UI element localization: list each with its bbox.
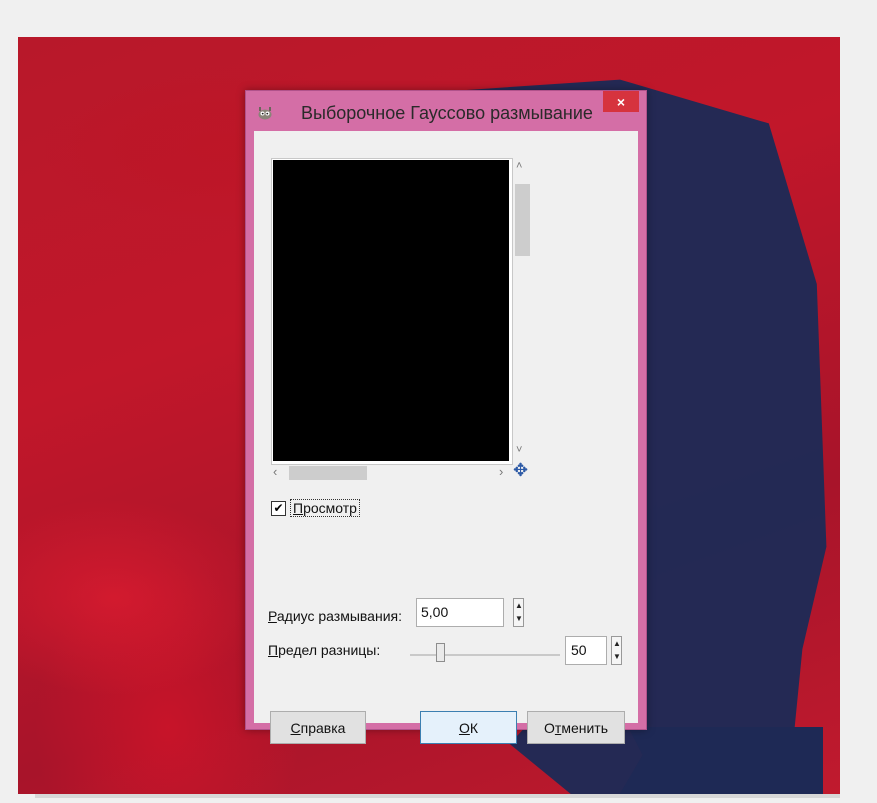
gimp-wilber-icon xyxy=(258,107,272,120)
spin-up-icon[interactable]: ▲ xyxy=(613,638,621,650)
scroll-left-arrow-icon[interactable]: ‹ xyxy=(273,464,277,479)
help-button-text: правка xyxy=(300,719,346,736)
blur-radius-label: Радиус размывания: xyxy=(268,608,402,624)
blur-radius-input[interactable]: 5,00 xyxy=(416,598,504,627)
scroll-up-arrow-icon[interactable]: ˄ xyxy=(516,160,522,172)
preview-label: Просмотр xyxy=(290,499,360,517)
preview-label-text: росмотр xyxy=(303,500,357,516)
help-button-accel: С xyxy=(290,719,301,736)
spin-down-icon[interactable]: ▼ xyxy=(515,613,523,625)
max-delta-slider-track[interactable] xyxy=(410,654,560,656)
blur-radius-spinner[interactable]: ▲ ▼ xyxy=(513,598,524,627)
cancel-button-pre: О xyxy=(544,719,555,736)
ok-button[interactable]: ОК xyxy=(420,711,517,744)
max-delta-label-accel: П xyxy=(268,642,279,658)
max-delta-label-text: редел разницы: xyxy=(278,642,381,658)
ok-button-accel: О xyxy=(458,719,470,736)
max-delta-slider-handle[interactable] xyxy=(436,643,445,662)
close-icon: × xyxy=(616,93,626,110)
preview-toggle[interactable]: ✔ Просмотр xyxy=(271,499,360,517)
blur-radius-label-text: адиус размывания: xyxy=(276,608,402,624)
navigate-move-icon[interactable]: ✥ xyxy=(513,460,528,481)
ok-button-text: К xyxy=(469,719,479,736)
scroll-right-arrow-icon[interactable]: › xyxy=(499,464,503,479)
max-delta-label: Предел разницы: xyxy=(268,642,380,658)
max-delta-spinner[interactable]: ▲ ▼ xyxy=(611,636,622,665)
dialog-title: Выборочное Гауссово размывание xyxy=(301,103,593,123)
close-button[interactable]: × xyxy=(603,91,639,112)
scroll-down-arrow-icon[interactable]: ˅ xyxy=(516,444,522,456)
spin-down-icon[interactable]: ▼ xyxy=(613,651,621,663)
title-bar[interactable]: Выборочное Гауссово размывание × xyxy=(246,91,646,131)
horizontal-scrollbar[interactable]: ‹ › xyxy=(271,464,511,482)
preview-frame xyxy=(271,158,513,465)
canvas-edge xyxy=(35,794,840,798)
preview-label-accel: П xyxy=(293,500,304,516)
dialog-body: ˄ ˅ ‹ › ✥ ✔ Просмотр Радиус размывания: … xyxy=(254,131,638,744)
gaussian-blur-dialog: Выборочное Гауссово размывание × ˄ ˅ ‹ ›… xyxy=(245,90,647,744)
cancel-button-text: менить xyxy=(561,719,608,736)
blur-radius-label-accel: Р xyxy=(268,608,277,624)
vertical-scroll-thumb[interactable] xyxy=(515,184,530,256)
preview-area[interactable] xyxy=(273,160,509,461)
cancel-button[interactable]: От менить xyxy=(527,711,625,744)
horizontal-scroll-thumb[interactable] xyxy=(289,466,367,480)
vertical-scrollbar[interactable]: ˄ ˅ xyxy=(512,158,532,463)
help-button[interactable]: Справка xyxy=(270,711,366,744)
blue-area-bottom xyxy=(618,727,823,794)
spin-up-icon[interactable]: ▲ xyxy=(515,600,523,612)
max-delta-input[interactable]: 50 xyxy=(565,636,607,665)
preview-checkbox[interactable]: ✔ xyxy=(271,500,286,516)
